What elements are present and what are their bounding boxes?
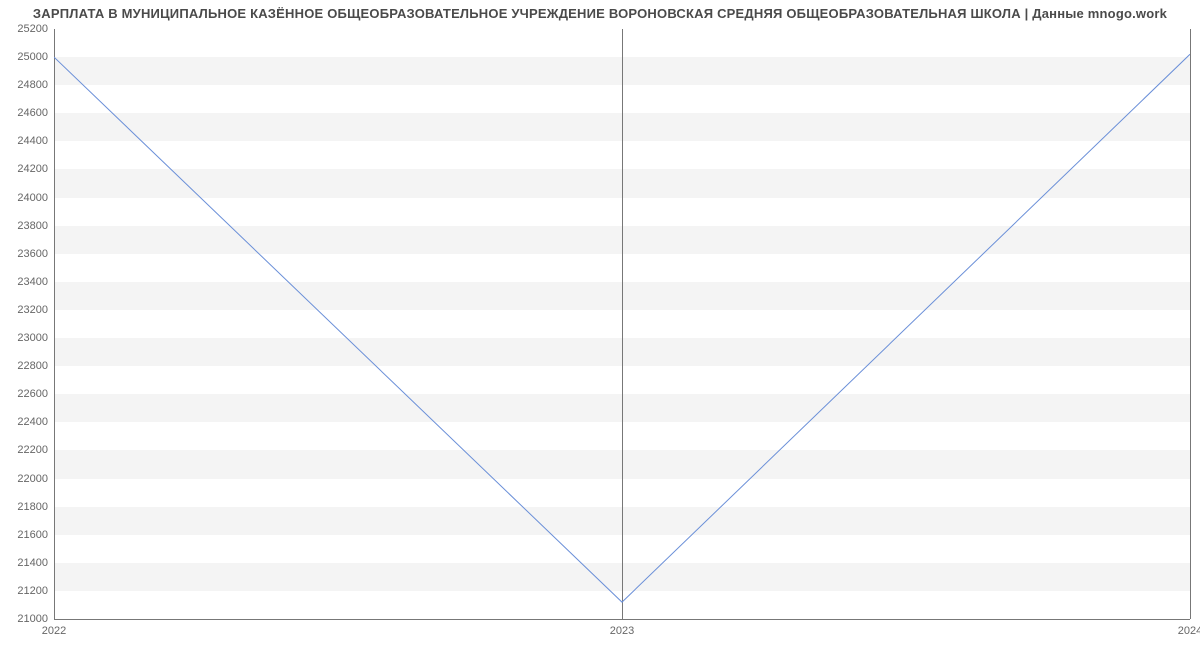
y-tick-label: 23200 [17, 304, 54, 316]
y-tick-label: 24600 [17, 107, 54, 119]
y-tick-label: 23400 [17, 276, 54, 288]
y-tick-label: 21600 [17, 529, 54, 541]
y-tick-label: 22600 [17, 388, 54, 400]
salary-chart: ЗАРПЛАТА В МУНИЦИПАЛЬНОЕ КАЗЁННОЕ ОБЩЕОБ… [0, 0, 1200, 650]
y-tick-label: 25200 [17, 23, 54, 35]
x-tick-label: 2023 [610, 619, 634, 637]
y-tick-label: 24400 [17, 135, 54, 147]
y-tick-label: 23000 [17, 332, 54, 344]
x-gridline [1190, 29, 1191, 619]
y-tick-label: 24800 [17, 79, 54, 91]
y-tick-label: 25000 [17, 51, 54, 63]
x-tick-label: 2022 [42, 619, 66, 637]
line-layer [54, 29, 1190, 619]
y-tick-label: 22000 [17, 473, 54, 485]
y-tick-label: 22800 [17, 360, 54, 372]
y-tick-label: 24000 [17, 192, 54, 204]
y-tick-label: 21400 [17, 557, 54, 569]
chart-title: ЗАРПЛАТА В МУНИЦИПАЛЬНОЕ КАЗЁННОЕ ОБЩЕОБ… [0, 6, 1200, 21]
y-tick-label: 24200 [17, 163, 54, 175]
series-line [54, 54, 1190, 602]
plot-area: 2100021200214002160021800220002220022400… [54, 28, 1190, 620]
y-tick-label: 21800 [17, 501, 54, 513]
y-tick-label: 22400 [17, 416, 54, 428]
y-tick-label: 22200 [17, 444, 54, 456]
y-tick-label: 23600 [17, 248, 54, 260]
y-tick-label: 23800 [17, 220, 54, 232]
x-tick-label: 2024 [1178, 619, 1200, 637]
y-tick-label: 21200 [17, 585, 54, 597]
